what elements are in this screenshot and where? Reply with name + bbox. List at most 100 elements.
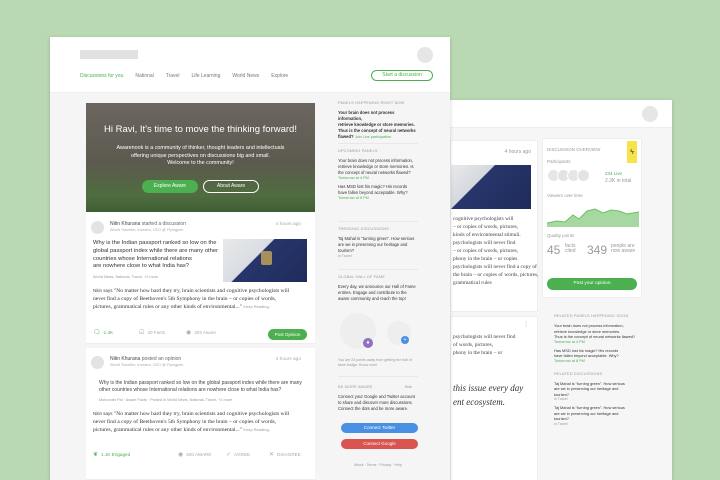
logo[interactable] (80, 50, 138, 59)
plus-icon[interactable]: + (401, 336, 409, 344)
tab-world-news[interactable]: World News (232, 73, 259, 79)
back-body-line: psychologists will never find (453, 240, 516, 246)
eye-icon: ◉ (186, 330, 192, 336)
start-discussion-button[interactable]: Start a discussion (371, 70, 433, 81)
hall-line: aware community and reach the top! (338, 296, 406, 301)
question-line: other countries whose International rela… (99, 387, 282, 393)
engaged-stat[interactable]: 🗨 1.3K (93, 329, 113, 336)
tab-national[interactable]: National (135, 73, 153, 79)
quote-line: Nitin says "No matter how hard they try,… (93, 287, 313, 295)
about-aware-button[interactable]: About Aware (203, 180, 259, 193)
related-discussion-tag: in Travel (554, 421, 568, 426)
related-panel-line: Thus is the concept of neural networks f… (554, 334, 636, 339)
question-line: Why is the Indian passport ranked so low… (93, 240, 217, 246)
back-quote-big: this issue every day ent ecosystem. (453, 381, 523, 409)
footer-links[interactable]: About · Terms · Privacy · Help (338, 463, 418, 467)
main-window: Discussions for you National Travel Life… (50, 37, 450, 480)
overview-title: DISCUSSION OVERVIEW (547, 147, 601, 152)
tab-life-learning[interactable]: Life Learning (191, 73, 220, 79)
live-panel-item[interactable]: Your brain does not process information,… (338, 110, 418, 140)
disagree-button[interactable]: ✕ DISAGREE (269, 451, 301, 458)
opinion-question[interactable]: Why is the Indian passport ranked so low… (99, 380, 309, 394)
discussion-question[interactable]: Why is the Indian passport ranked so low… (93, 240, 233, 271)
back-body-line: the brain – or copies of words, pictures… (453, 272, 539, 278)
upcoming-panels: UPCOMING PANELS Your brain does not proc… (338, 149, 418, 200)
user-avatar[interactable] (417, 47, 433, 63)
aware-button[interactable]: ◉ 500 AWARE (178, 451, 211, 458)
join-live-link[interactable]: Join Live participation (355, 135, 392, 139)
tab-travel[interactable]: Travel (166, 73, 180, 79)
close-icon: ✕ (269, 452, 275, 458)
related-panel-item[interactable]: Has MSD lost his magic? His records have… (554, 348, 642, 359)
post-action: posted an opinion (141, 356, 182, 362)
engaged-stat[interactable]: ❦ 1.1K Engaged (93, 451, 130, 458)
upcoming-time: Tomorrow at 4 PM (338, 176, 369, 180)
quote-author: Nitin says (93, 288, 113, 293)
post-your-opinion-button[interactable]: Post your opinion (547, 278, 637, 290)
divider (338, 221, 418, 222)
background-window: 4 hours ago cognitive psychologists will… (450, 100, 672, 480)
trending-item[interactable]: Taj Mahal is "turning green". How seriou… (338, 236, 418, 254)
engaged-count: 1.1K Engaged (101, 452, 131, 457)
aware-stat[interactable]: ◉ 303 Aware (186, 329, 216, 336)
author-name[interactable]: Nitin Khurana (110, 356, 140, 362)
back-avatar[interactable] (642, 106, 658, 122)
back-quote-line: ent ecosystem. (453, 397, 505, 407)
post-time: 4 hours ago (275, 357, 301, 362)
divider (338, 143, 418, 144)
divider (338, 269, 418, 270)
live-panel-text: flawed? (338, 134, 354, 139)
divider (338, 376, 418, 377)
welcome-banner: Hi Ravi, It's time to move the thinking … (86, 103, 315, 212)
keep-reading-link[interactable]: Keep Reading.. (243, 427, 271, 432)
trending-tag: in Travel (338, 254, 352, 258)
passport-image[interactable] (223, 239, 307, 282)
chat-icon: 🗨 (93, 330, 101, 336)
post-tags[interactable]: World News, National, Travel, +2 more (93, 275, 158, 279)
hide-link[interactable]: Hide (405, 385, 412, 389)
post-time: 4 hours ago (275, 222, 301, 227)
upcoming-panel-item[interactable]: Your brain does not process information,… (338, 158, 418, 176)
author-name[interactable]: Nitin Khurana (110, 221, 140, 227)
back-body-line: – or copies of words, pictures, (453, 248, 519, 254)
discussion-overview-card: DISCUSSION OVERVIEW ϟ Participants 234 L… (542, 138, 642, 298)
explore-aware-button[interactable]: Explore Aware (142, 180, 198, 193)
quote-text: pictures, grammatical rules or any other… (93, 304, 242, 310)
related-panel-item[interactable]: Your brain does not process information,… (554, 323, 642, 340)
post-author-line: Nitin Khurana started a discussion (110, 221, 186, 227)
post-opinion-button[interactable]: Post Opinion (268, 329, 307, 340)
check-icon: ✓ (226, 452, 232, 458)
panels-now-title: PANELS HAPPENING RIGHT NOW (338, 101, 405, 105)
avatar[interactable] (91, 221, 104, 234)
lightning-icon: ϟ (627, 141, 637, 163)
opinion-byline[interactable]: Mohonder Pal · Aware Facts · Posted in W… (99, 398, 232, 402)
question-line: countries whose International relations (93, 255, 192, 262)
back-opinion-card: ⋮ psychologists will never find of words… (450, 316, 538, 480)
tab-explore[interactable]: Explore (271, 73, 288, 79)
opinion-card: Nitin Khurana posted an opinion World Tr… (86, 348, 315, 480)
hall-of-fame: GLOBAL HALL OF FAME Every day, we announ… (338, 275, 418, 302)
discussion-card: Nitin Khurana started a discussion World… (86, 212, 315, 344)
header: Discussions for you National Travel Life… (50, 37, 450, 93)
quote-line: never find a copy of Beethoven's 5th Sym… (93, 419, 277, 425)
related-discussion-item[interactable]: Taj Mahal is "turning green". How seriou… (554, 381, 642, 398)
related-discussion-item[interactable]: Taj Mahal is "turning green". How seriou… (554, 405, 642, 422)
back-body-line: kinds of environmental stimuli. (453, 232, 521, 238)
opinion-quote: Nitin says "No matter how hard they try,… (93, 287, 313, 311)
author-role: World Traveller, Investor, CEO @ Flyingp… (110, 228, 184, 232)
be-more-aware: BE MORE AWARE Hide Connect your Google a… (338, 385, 418, 412)
trending-discussions: TRENDING DISCUSSIONS Taj Mahal is "turni… (338, 227, 418, 258)
tab-discussions-for-you[interactable]: Discussions for you (80, 73, 123, 79)
facts-stat[interactable]: ☑ 40 Facts (139, 329, 165, 336)
avatar[interactable] (91, 356, 104, 369)
more-options-icon[interactable]: ⋮ (523, 321, 529, 328)
quote-line: pictures, grammatical rules or any other… (93, 303, 313, 311)
connect-twitter-button[interactable]: Connect Twitter (341, 423, 418, 433)
main-content: Hi Ravi, It's time to move the thinking … (50, 93, 450, 480)
aware-description: Connect your Google and Twitter account … (338, 394, 418, 412)
connect-google-button[interactable]: Connect Google (341, 439, 418, 449)
upcoming-title: UPCOMING PANELS (338, 149, 378, 153)
agree-button[interactable]: ✓ AGREE (226, 451, 250, 458)
keep-reading-link[interactable]: Keep Reading.. (243, 304, 271, 309)
upcoming-panel-item[interactable]: Has MSD lost his magic? His records have… (338, 184, 418, 196)
